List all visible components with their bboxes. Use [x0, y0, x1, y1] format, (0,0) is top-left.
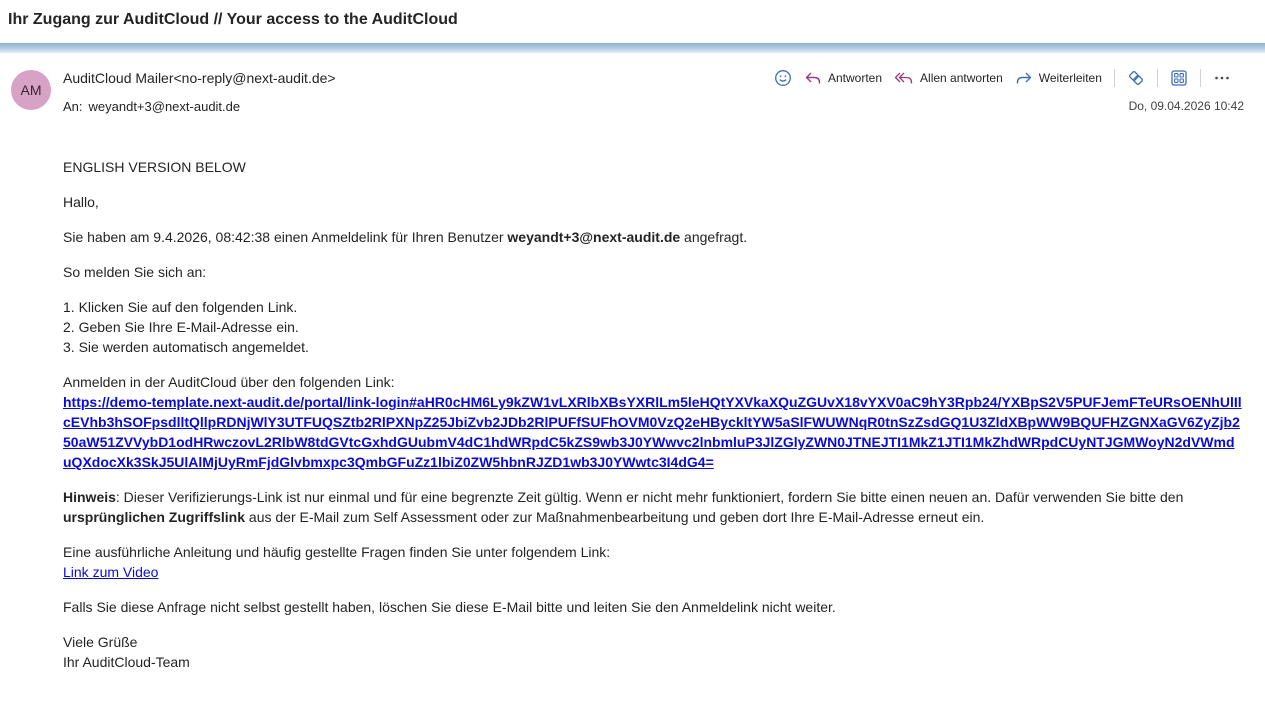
hint-bold: ursprünglichen Zugriffslink: [63, 509, 246, 525]
reply-icon: [804, 69, 822, 87]
login-link[interactable]: https://demo-template.next-audit.de/port…: [63, 394, 1242, 470]
step-item: 3. Sie werden automatisch angemeldet.: [63, 339, 309, 355]
smiley-icon: [774, 69, 792, 87]
sender-initials: AM: [20, 82, 42, 98]
link-button[interactable]: [1121, 64, 1151, 92]
reply-all-icon: [894, 69, 914, 87]
step-item: 1. Klicken Sie auf den folgenden Link.: [63, 299, 298, 315]
hint-paragraph: Hinweis: Dieser Verifizierungs-Link ist …: [63, 487, 1243, 527]
recipient-label: An:: [63, 99, 83, 114]
sender-email[interactable]: <no-reply@next-audit.de>: [174, 70, 336, 86]
email-body: ENGLISH VERSION BELOW Hallo, Sie haben a…: [63, 157, 1243, 687]
sender-line[interactable]: AuditCloud Mailer<no-reply@next-audit.de…: [63, 70, 336, 86]
forward-button[interactable]: Weiterleiten: [1009, 64, 1108, 92]
link-intro: Anmelden in der AuditCloud über den folg…: [63, 374, 395, 390]
forward-icon: [1015, 69, 1033, 87]
toolbar-divider: [1199, 69, 1201, 87]
faq-intro: Eine ausführliche Anleitung und häufig g…: [63, 544, 611, 560]
reply-all-button[interactable]: Allen antworten: [888, 64, 1009, 92]
reaction-button[interactable]: [768, 64, 798, 92]
greeting: Hallo,: [63, 194, 99, 210]
header-banner: [0, 43, 1265, 53]
apps-grid-icon: [1170, 69, 1188, 87]
email-subject: Ihr Zugang zur AuditCloud // Your access…: [8, 11, 458, 28]
more-actions-button[interactable]: [1207, 64, 1237, 92]
apps-button[interactable]: [1164, 64, 1194, 92]
reply-button[interactable]: Antworten: [798, 64, 888, 92]
request-paragraph: Sie haben am 9.4.2026, 08:42:38 einen An…: [63, 227, 1243, 247]
toolbar-divider: [1156, 69, 1158, 87]
request-user: weyandt+3@next-audit.de: [507, 229, 681, 245]
reply-all-label: Allen antworten: [920, 71, 1003, 85]
sender-avatar[interactable]: AM: [11, 70, 51, 110]
sender-name[interactable]: AuditCloud Mailer: [63, 70, 174, 86]
request-text-end: angefragt.: [680, 229, 748, 245]
received-date: Do, 09.04.2026 10:42: [1128, 99, 1244, 113]
hint-text: : Dieser Verifizierungs-Link ist nur ein…: [115, 489, 1184, 505]
hint-label: Hinweis: [63, 489, 116, 505]
reply-label: Antworten: [828, 71, 883, 85]
team-name: Ihr AuditCloud-Team: [63, 654, 190, 670]
more-icon: [1213, 69, 1231, 87]
regards: Viele Grüße: [63, 634, 138, 650]
recipient-email[interactable]: weyandt+3@next-audit.de: [89, 99, 241, 114]
signature: Viele Grüße Ihr AuditCloud-Team: [63, 632, 1243, 672]
not-requested-note: Falls Sie diese Anfrage nicht selbst ges…: [63, 599, 836, 615]
link-icon: [1127, 69, 1145, 87]
faq-paragraph: Eine ausführliche Anleitung und häufig g…: [63, 542, 1243, 582]
message-toolbar: Antworten Allen antworten Weiterleiten: [768, 64, 1237, 92]
step-item: 2. Geben Sie Ihre E-Mail-Adresse ein.: [63, 319, 299, 335]
toolbar-divider: [1113, 69, 1115, 87]
steps-list: 1. Klicken Sie auf den folgenden Link. 2…: [63, 297, 1243, 357]
forward-label: Weiterleiten: [1038, 71, 1102, 85]
english-note: ENGLISH VERSION BELOW: [63, 159, 246, 175]
hint-text-end: aus der E-Mail zum Self Assessment oder …: [245, 509, 985, 525]
recipient-line: An: weyandt+3@next-audit.de: [63, 99, 240, 114]
request-text-start: Sie haben am 9.4.2026, 08:42:38 einen An…: [63, 229, 508, 245]
login-link-block: Anmelden in der AuditCloud über den folg…: [63, 372, 1243, 472]
video-link[interactable]: Link zum Video: [63, 564, 158, 580]
howto-heading: So melden Sie sich an:: [63, 264, 207, 280]
